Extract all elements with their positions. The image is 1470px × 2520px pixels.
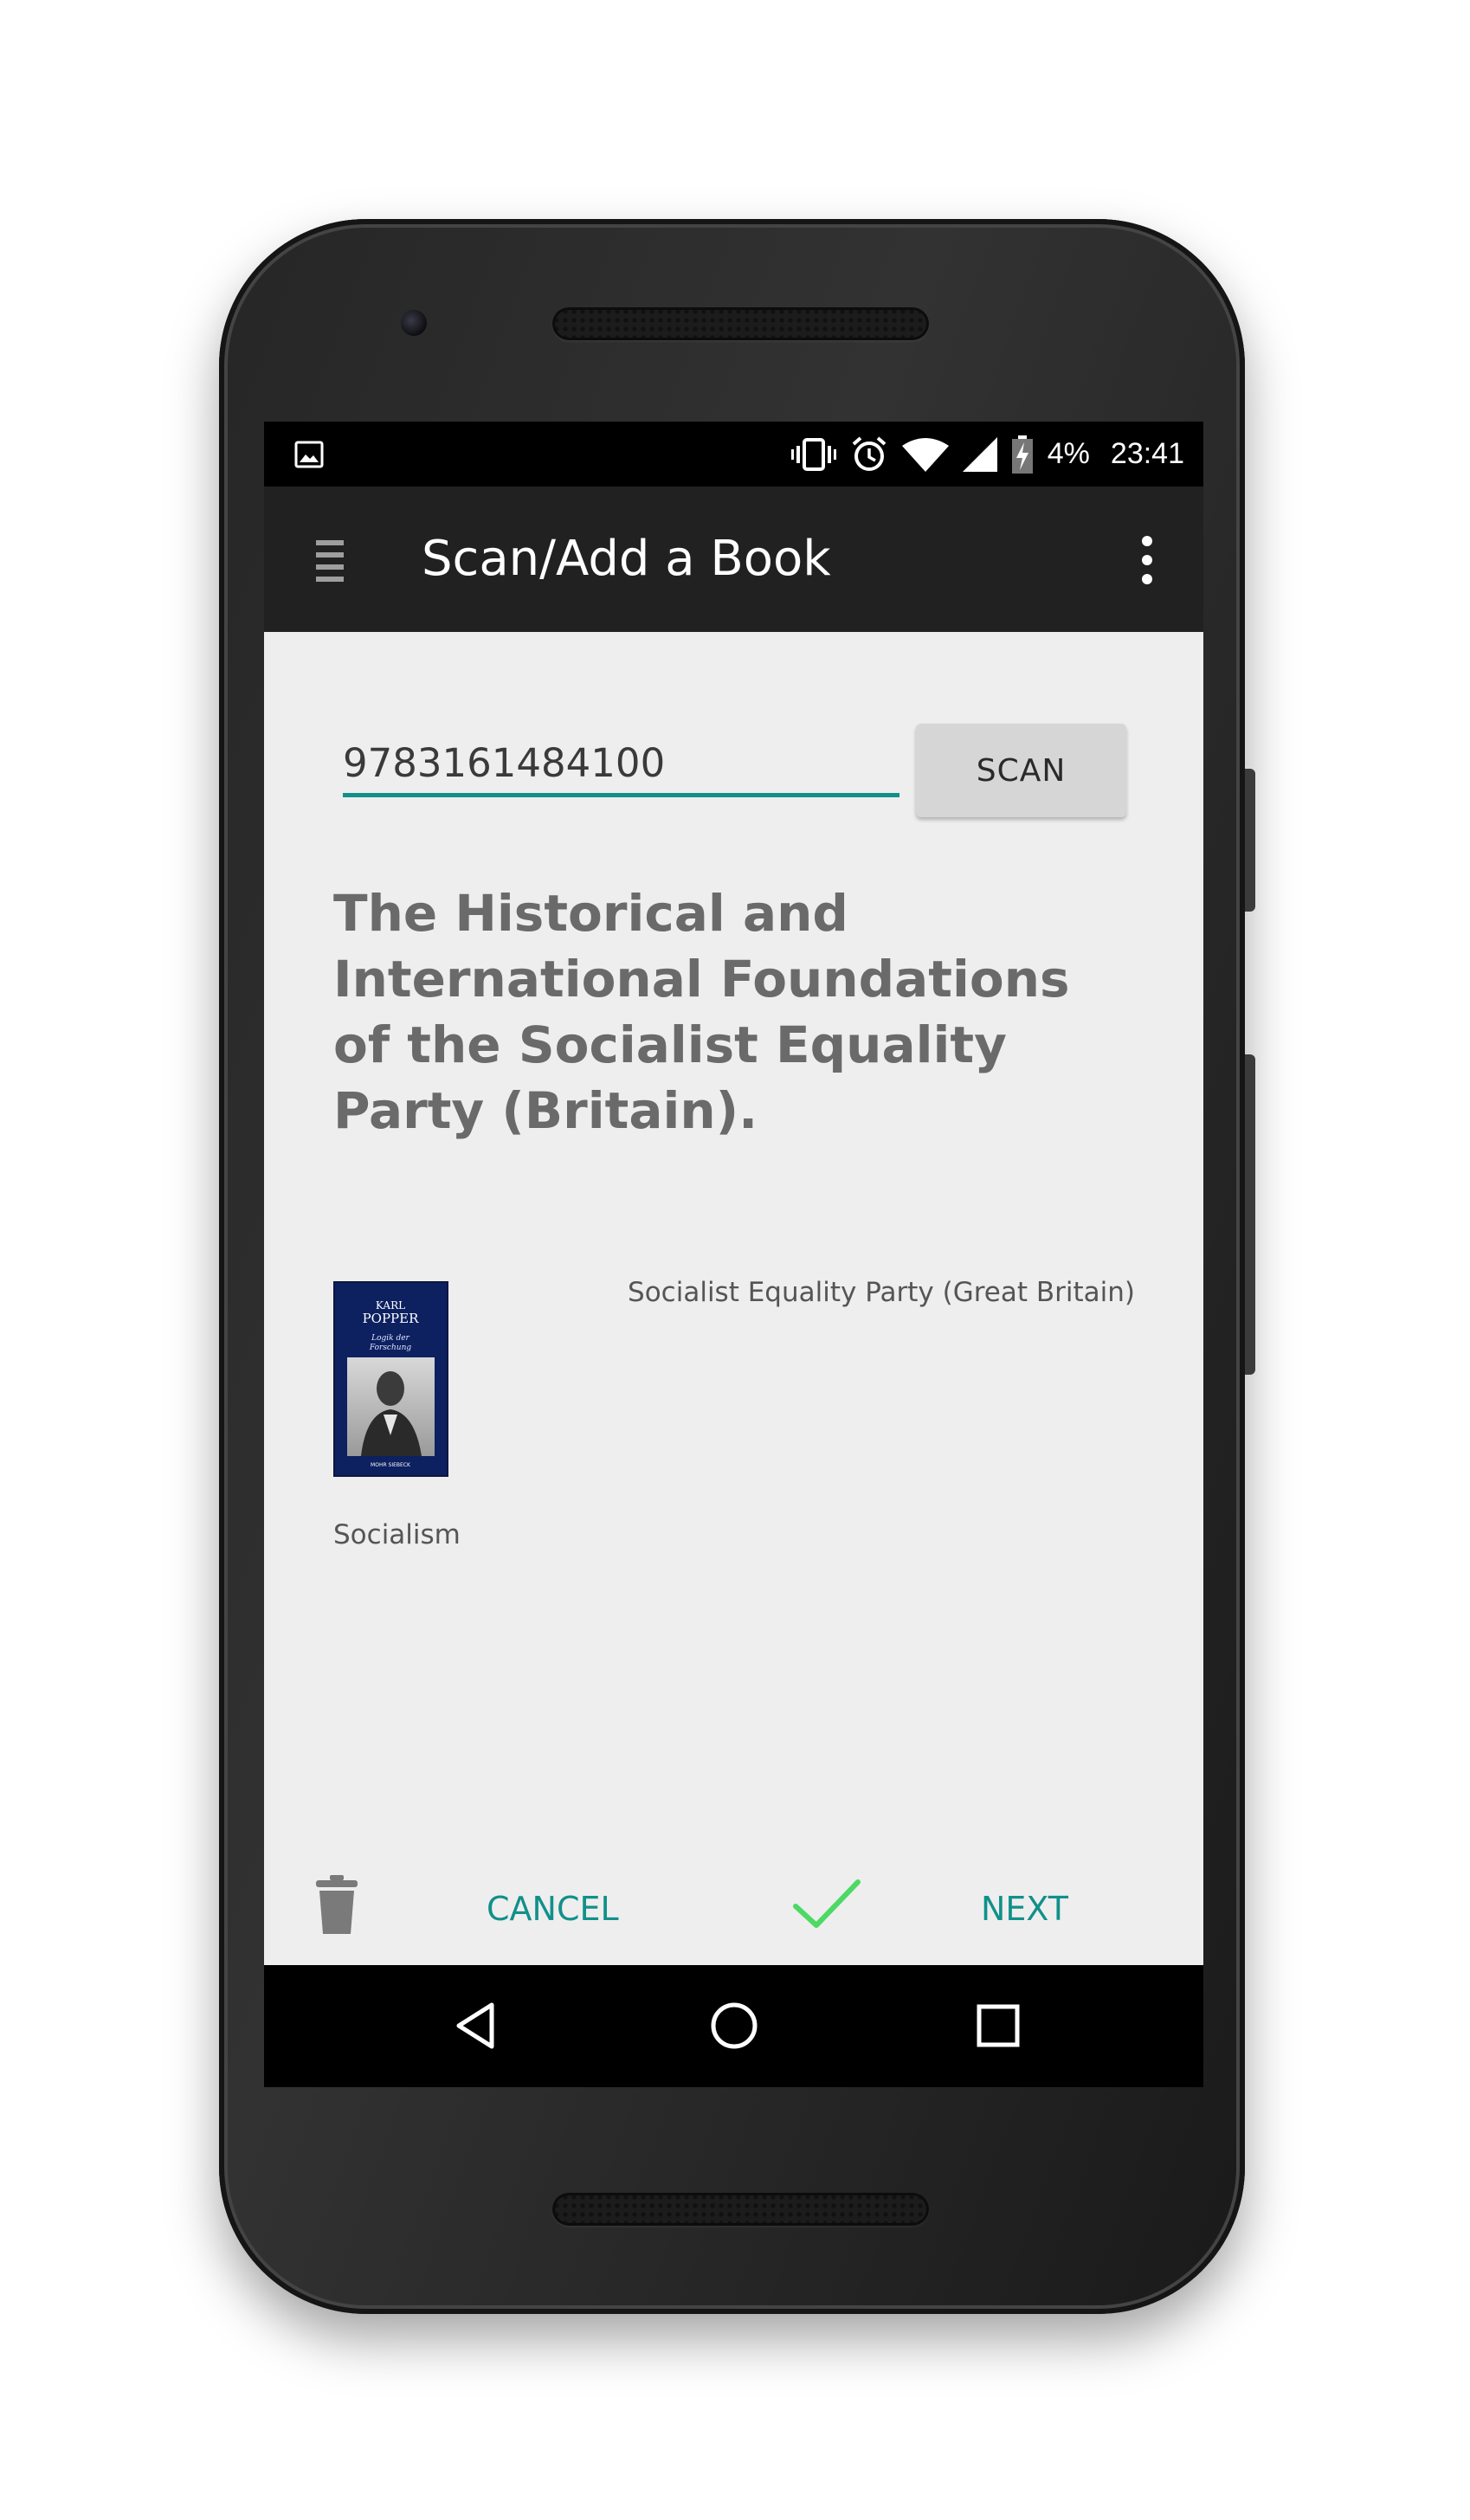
scan-button[interactable]: SCAN (916, 724, 1126, 817)
cover-subtitle-1: Logik der (371, 1334, 409, 1343)
system-nav-bar (264, 1965, 1203, 2087)
action-row: CANCEL NEXT (264, 1861, 1203, 1956)
recents-icon[interactable] (972, 2000, 1024, 2052)
trash-icon[interactable] (314, 1873, 359, 1936)
bottom-speaker (552, 2193, 929, 2226)
book-author: Socialist Equality Party (Great Britain) (628, 1277, 1135, 1308)
battery-level: 4% (1047, 437, 1090, 470)
battery-charging-icon (1011, 435, 1033, 474)
book-cover-art: KARL POPPER Logik der Forschung MOHR SIE… (335, 1283, 447, 1475)
main-content: SCAN The Historical and International Fo… (264, 632, 1203, 1965)
cancel-button[interactable]: CANCEL (487, 1861, 619, 1956)
cover-author-last: POPPER (363, 1311, 420, 1326)
book-title: The Historical and International Foundat… (333, 884, 1070, 1140)
cover-publisher: MOHR SIEBECK (371, 1462, 411, 1468)
vibrate-icon (790, 437, 836, 471)
app-toolbar: Scan/Add a Book (264, 487, 1203, 632)
cover-subtitle-2: Forschung (369, 1344, 412, 1352)
volume-button (1245, 1054, 1255, 1375)
front-camera (401, 310, 427, 336)
alarm-icon (852, 435, 887, 471)
page-title: Scan/Add a Book (422, 531, 831, 587)
back-icon[interactable] (450, 2000, 502, 2052)
image-icon (294, 441, 324, 468)
home-icon[interactable] (708, 2000, 760, 2052)
top-speaker (552, 307, 929, 340)
hamburger-menu-icon[interactable] (316, 537, 344, 582)
status-bar: 4% 23:41 (264, 422, 1203, 487)
isbn-field[interactable] (343, 724, 899, 797)
isbn-input[interactable] (343, 724, 899, 793)
power-button (1245, 769, 1255, 912)
signal-icon (962, 436, 997, 472)
book-category: Socialism (333, 1519, 461, 1550)
more-vert-icon[interactable] (1138, 534, 1156, 586)
status-icons: 4% 23:41 (790, 422, 1184, 487)
book-cover-image: KARL POPPER Logik der Forschung MOHR SIE… (333, 1281, 448, 1477)
check-icon[interactable] (792, 1877, 861, 1930)
wifi-icon (901, 437, 949, 472)
status-time: 23:41 (1110, 437, 1184, 470)
next-button[interactable]: NEXT (981, 1861, 1068, 1956)
device-screen: 4% 23:41 Scan/Add a Book SCAN The Histor… (264, 422, 1203, 2087)
cover-author-first: KARL (376, 1299, 405, 1312)
